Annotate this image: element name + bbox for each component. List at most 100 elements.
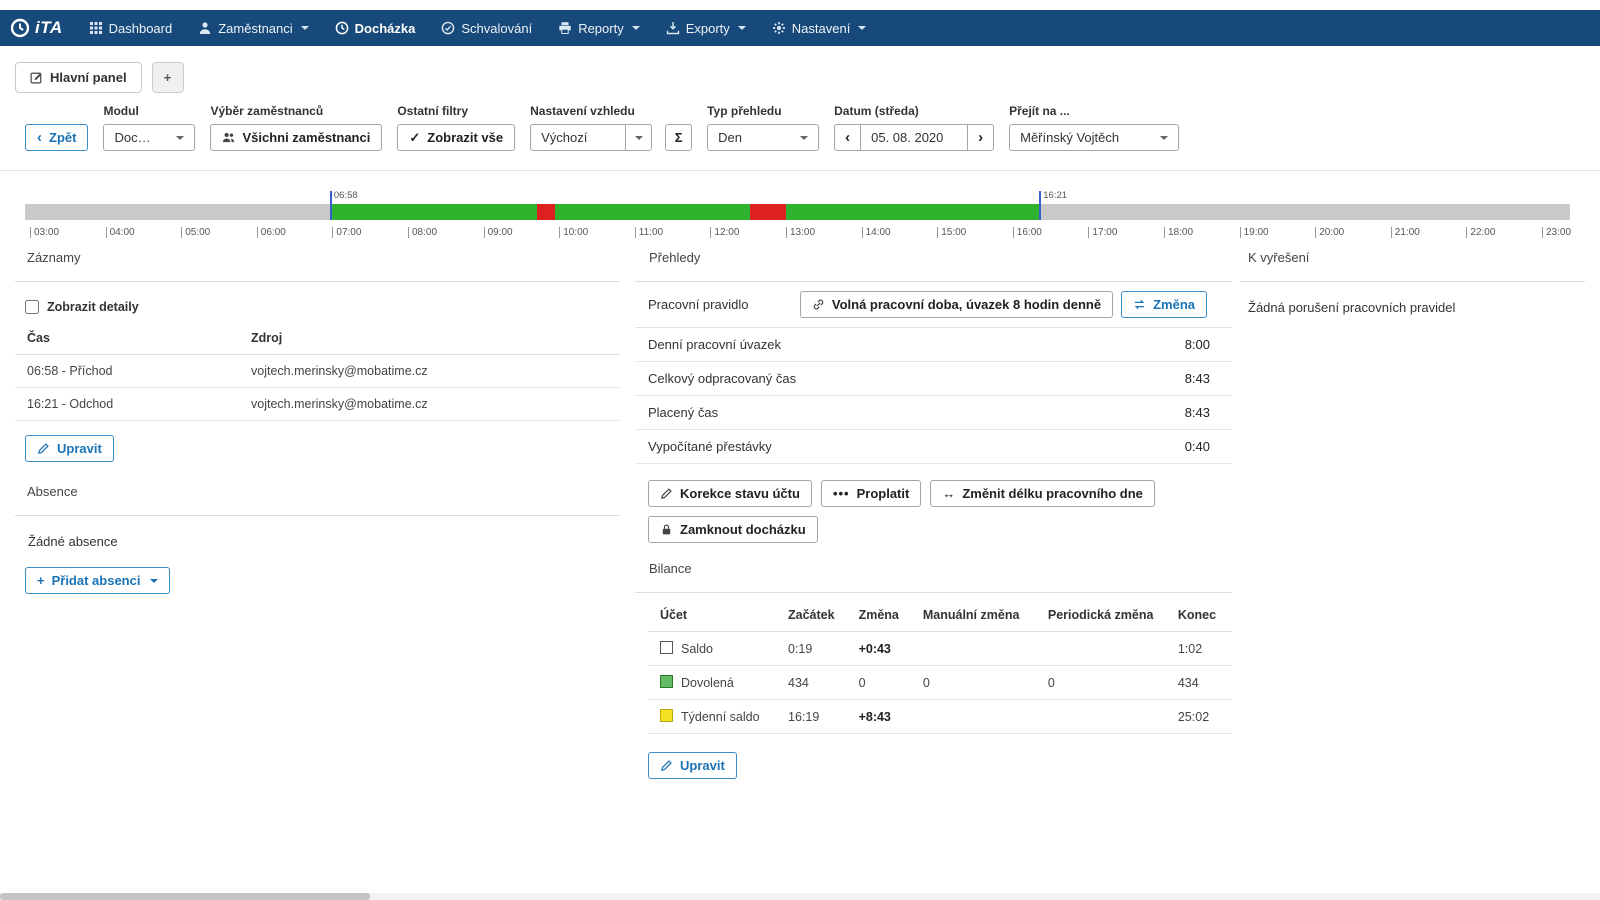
work-rule-row: Pracovní pravidlo Volná pracovní doba, ú… [635, 282, 1232, 328]
nav-item-exports[interactable]: Exporty [666, 21, 746, 36]
account-correction-button[interactable]: Korekce stavu účtu [648, 480, 812, 507]
view-type-select[interactable]: Den [707, 124, 820, 151]
nav-item-approvals[interactable]: Schvalování [441, 21, 532, 36]
chevron-down-icon [176, 135, 185, 140]
chevron-left-icon: ‹ [37, 129, 42, 146]
timeline-break-segment [536, 204, 556, 220]
balance-manual [910, 699, 1036, 734]
nav-label: Dashboard [108, 20, 173, 36]
work-rule-label: Pracovní pravidlo [648, 297, 749, 312]
goto-select[interactable]: Měřínský Vojtěch [1009, 124, 1180, 151]
timeline-hour-label: 07:00 [332, 227, 361, 238]
timeline-marker [329, 191, 332, 220]
divider [15, 515, 620, 516]
overview-label: Denní pracovní úvazek [648, 337, 781, 352]
chevron-down-icon [1160, 135, 1169, 140]
edit-records-button[interactable]: Upravit [25, 435, 114, 462]
timeline-hour-label: 04:00 [105, 227, 135, 238]
back-button[interactable]: ‹ Zpět [25, 124, 89, 151]
tab-main-panel[interactable]: Hlavní panel [15, 62, 142, 93]
pencil-icon [37, 442, 50, 455]
change-rule-button[interactable]: Změna [1121, 291, 1207, 318]
table-row[interactable]: 16:21 - Odchod vojtech.merinsky@mobatime… [15, 387, 620, 421]
chevron-down-icon [800, 135, 809, 140]
edit-balance-button[interactable]: Upravit [648, 752, 737, 779]
employees-value: Všichni zaměstnanci [242, 130, 371, 145]
export-icon [666, 21, 680, 35]
correction-label: Korekce stavu účtu [680, 486, 800, 501]
date-display[interactable]: 05. 08. 2020 [860, 124, 969, 151]
account-name: Dovolená [681, 676, 734, 690]
change-label: Změna [1153, 297, 1195, 312]
balance-title: Bilance [649, 561, 692, 576]
timeline-marker-label: 16:21 [1043, 190, 1068, 201]
sum-button[interactable]: Σ [665, 124, 693, 151]
date-prev-button[interactable]: ‹ [834, 124, 862, 151]
balance-manual: 0 [910, 665, 1036, 700]
balance-periodic [1035, 699, 1166, 734]
filters-button[interactable]: ✓ Zobrazit vše [397, 124, 516, 151]
gear-icon [772, 21, 786, 35]
column-header-time: Čas [15, 322, 239, 355]
plus-icon: + [163, 70, 172, 85]
employees-button[interactable]: Všichni zaměstnanci [210, 124, 383, 151]
edit-label: Upravit [57, 441, 102, 456]
payout-button[interactable]: ••• Proplatit [820, 480, 922, 507]
goto-value: Měřínský Vojtěch [1020, 130, 1120, 145]
goto-label: Přejít na ... [1009, 104, 1070, 118]
timeline-hour-label: 09:00 [483, 227, 513, 238]
chevron-down-icon [737, 26, 746, 30]
modul-select[interactable]: Docházka [103, 124, 196, 151]
chevron-down-icon [634, 135, 643, 140]
view-type-value: Den [718, 130, 742, 145]
change-day-label: Změnit délku pracovního dne [962, 486, 1143, 501]
appearance-select[interactable]: Výchozí [530, 124, 627, 151]
work-rule-button[interactable]: Volná pracovní doba, úvazek 8 hodin denn… [799, 291, 1114, 318]
overview-row: Vypočítané přestávky 0:40 [635, 430, 1232, 464]
nav-item-reports[interactable]: Reporty [558, 21, 640, 36]
nav-item-attendance[interactable]: Docházka [335, 21, 415, 36]
record-source: vojtech.merinsky@mobatime.cz [239, 387, 620, 421]
overview-actions: Korekce stavu účtu ••• Proplatit ↔ Změni… [648, 480, 1232, 507]
nav-item-settings[interactable]: Nastavení [772, 21, 867, 36]
balance-periodic: 0 [1035, 665, 1166, 700]
work-rule-value: Volná pracovní doba, úvazek 8 hodin denn… [831, 297, 1102, 312]
change-day-length-button[interactable]: ↔ Změnit délku pracovního dne [930, 480, 1155, 507]
timeline-scale: 06:58 16:21 03:00 04:00 05:00 06:00 07:00 08:00… [30, 188, 1571, 248]
table-row[interactable]: 06:58 - Příchod vojtech.merinsky@mobatim… [15, 354, 620, 388]
absence-title: Absence [27, 484, 78, 499]
modul-label: Modul [103, 104, 139, 118]
divider [635, 592, 1232, 593]
divider [1240, 281, 1585, 282]
app-logo[interactable]: iTA [10, 18, 63, 38]
appearance-label: Nastavení vzhledu [530, 104, 635, 118]
records-section: Záznamy Zobrazit detaily Čas Zdroj 06:58… [15, 250, 620, 594]
timeline-hour-label: 03:00 [30, 227, 59, 238]
nav-item-employees[interactable]: Zaměstnanci [198, 20, 309, 36]
link-icon [812, 298, 825, 311]
check-circle-icon [441, 21, 455, 35]
lock-attendance-button[interactable]: Zamknout docházku [648, 516, 818, 543]
back-label: Zpět [49, 130, 77, 145]
balance-end: 1:02 [1165, 631, 1232, 666]
table-row: Dovolená 434 0 0 0 434 [648, 665, 1232, 700]
nav-label: Zaměstnanci [218, 20, 293, 36]
add-absence-button[interactable]: + Přidat absenci [25, 567, 171, 594]
nav-item-dashboard[interactable]: Dashboard [89, 20, 173, 36]
balance-change: +8:43 [846, 699, 911, 734]
show-details-checkbox[interactable] [25, 300, 39, 314]
scrollbar-thumb[interactable] [0, 893, 370, 900]
balance-start: 16:19 [776, 699, 847, 734]
timeline-marker-label: 06:58 [333, 190, 358, 201]
toolbar-divider [0, 170, 1600, 171]
day-timeline[interactable]: 06:58 16:21 03:00 04:00 05:00 06:00 07:00 08:00… [0, 188, 1600, 252]
divider [15, 281, 620, 282]
show-details-toggle[interactable]: Zobrazit detaily [25, 300, 620, 314]
add-tab-button[interactable]: + [151, 62, 184, 93]
date-next-button[interactable]: › [967, 124, 995, 151]
horizontal-scrollbar[interactable] [0, 893, 1600, 900]
logo-clock-icon [10, 18, 30, 38]
issues-empty-text: Žádná porušení pracovních pravidel [1248, 300, 1456, 315]
nav-label: Nastavení [791, 20, 851, 36]
appearance-dropdown-button[interactable] [625, 124, 653, 151]
